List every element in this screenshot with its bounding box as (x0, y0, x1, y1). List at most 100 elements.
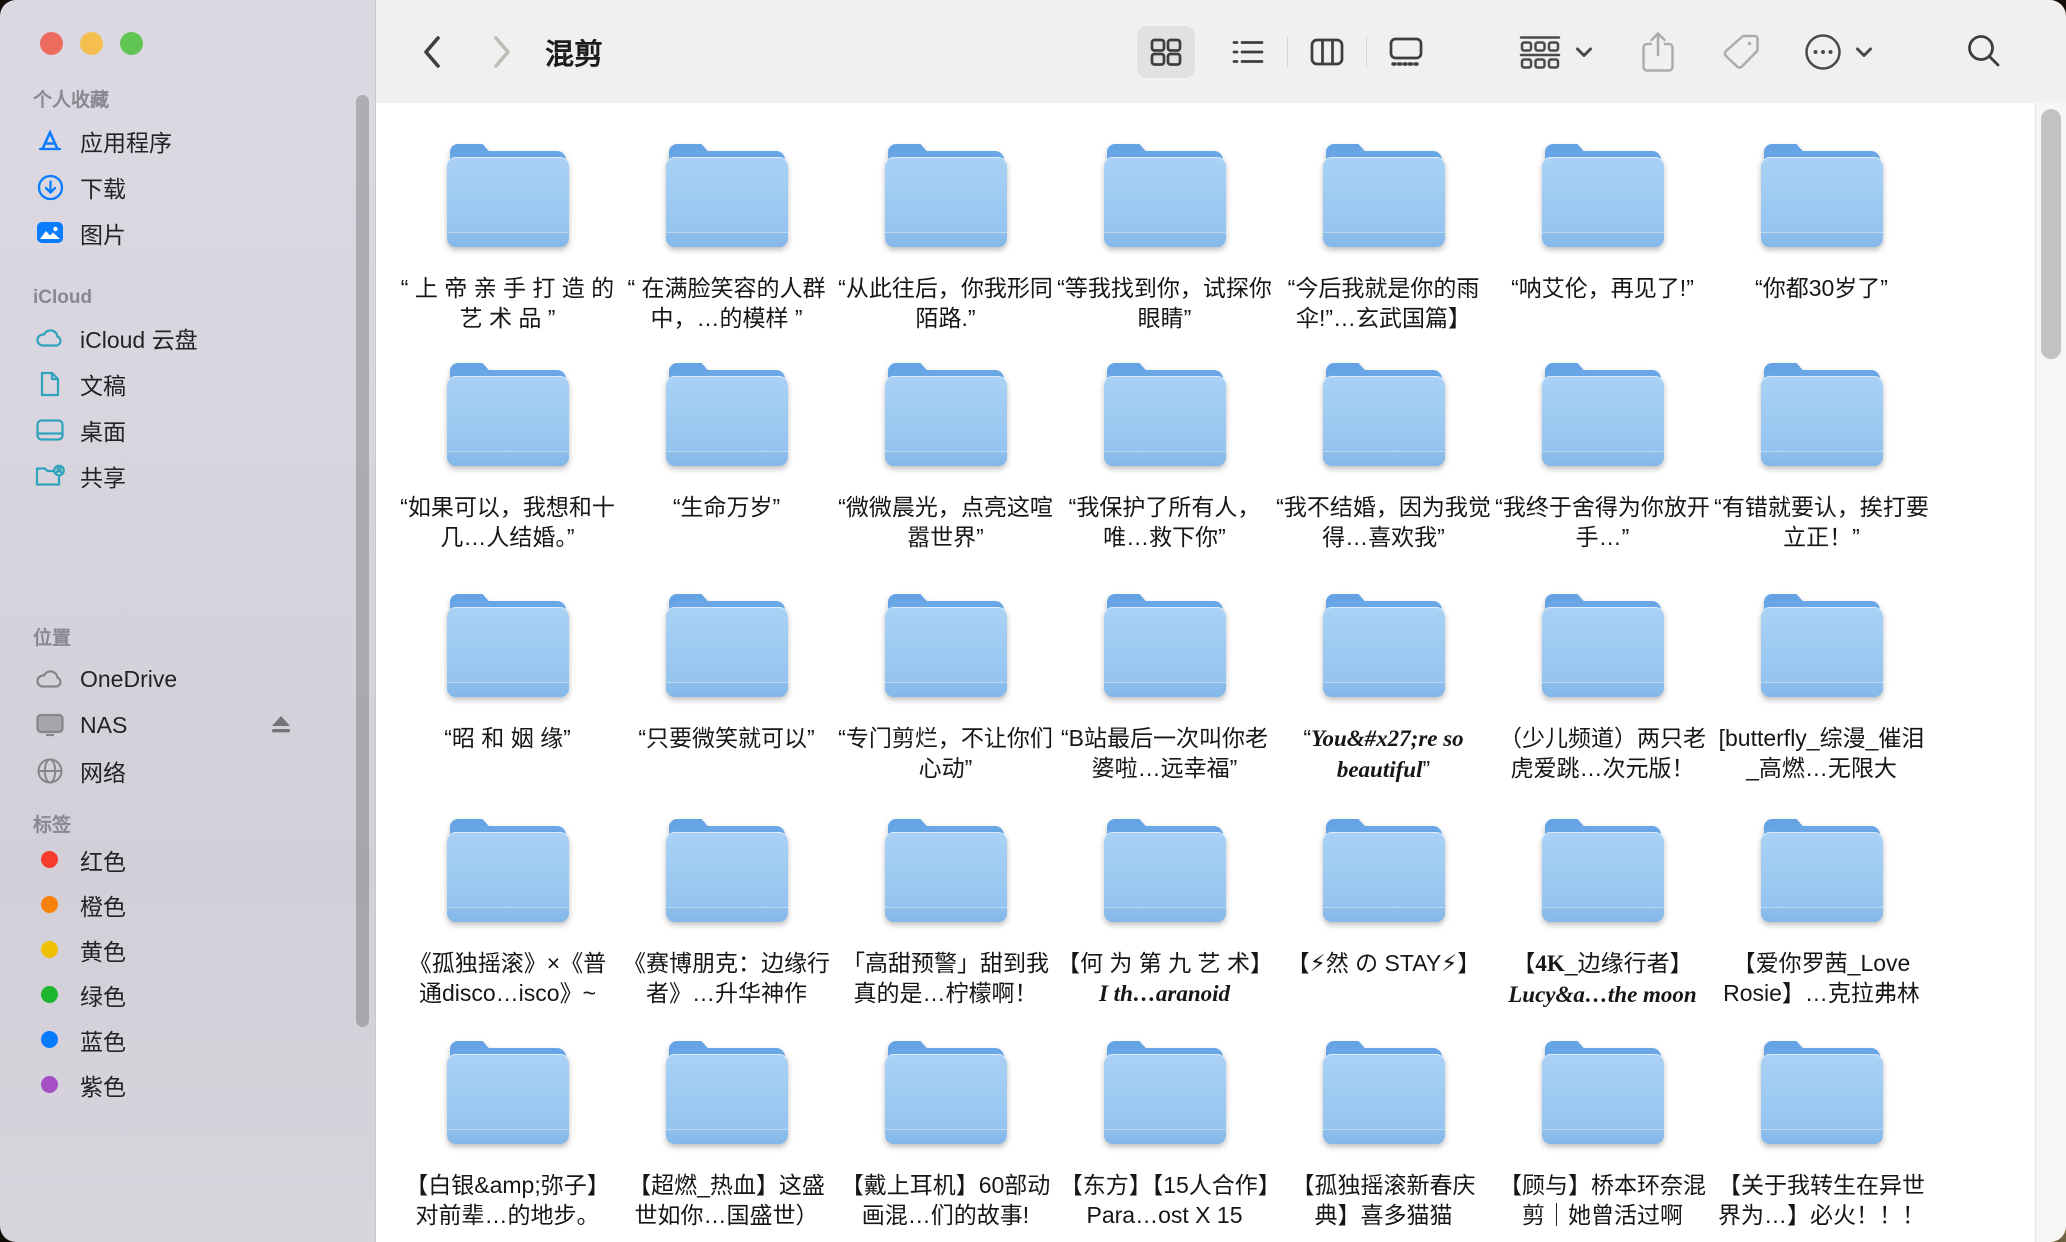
folder-item[interactable]: 【顾与】桥本环奈混剪｜她曾活过啊 (1493, 1040, 1712, 1242)
more-icon (1803, 32, 1843, 72)
folder-item[interactable]: 【4K_边缘行者】Lucy&a…the moon (1493, 818, 1712, 1040)
tag-label: 红色 (80, 843, 126, 877)
folder-item[interactable]: “如果可以，我想和十几…人结婚。” (398, 362, 617, 593)
eject-icon[interactable] (269, 714, 293, 741)
folder-item[interactable]: 【戴上耳机】60部动画混…们的故事! (836, 1040, 1055, 1242)
sidebar-item-icloud-drive[interactable]: iCloud 云盘 (33, 315, 335, 361)
folder-icon (1104, 143, 1226, 247)
group-icon (1519, 35, 1561, 69)
folder-name: “只要微笑就可以” (638, 723, 814, 753)
sidebar-tag-item[interactable]: 黄色 (33, 927, 335, 972)
sidebar-item-applications[interactable]: 应用程序 (33, 118, 335, 164)
folder-item[interactable]: “只要微笑就可以” (617, 593, 836, 818)
sidebar-item-onedrive[interactable]: OneDrive (33, 656, 335, 702)
appstore-icon (33, 126, 67, 156)
column-view-button[interactable] (1298, 26, 1356, 78)
folder-item[interactable]: “微微晨光，点亮这喧嚣世界” (836, 362, 1055, 593)
scrollbar-thumb[interactable] (2041, 109, 2061, 359)
list-view-icon (1232, 38, 1264, 66)
sidebar-scrollbar[interactable] (356, 95, 369, 1027)
folder-name: “ 在满脸笑容的人群中，…的模样 ” (619, 273, 834, 333)
folder-item[interactable]: “昭 和 姻 缘” (398, 593, 617, 818)
folder-item[interactable]: “生命万岁” (617, 362, 836, 593)
folder-item[interactable]: 【爱你罗茜_Love Rosie】…克拉弗林 (1712, 818, 1931, 1040)
folder-name: 【何 为 第 九 艺 术】I th…aranoid (1057, 948, 1272, 1009)
folder-item[interactable]: （少儿频道）两只老虎爱跳…次元版！ (1493, 593, 1712, 818)
sidebar-tag-item[interactable]: 紫色 (33, 1062, 335, 1107)
folder-item[interactable]: “You&#x27;re so beautiful” (1274, 593, 1493, 818)
folder-item[interactable]: “我终于舍得为你放开手…” (1493, 362, 1712, 593)
sidebar-item-pictures[interactable]: 图片 (33, 210, 335, 256)
folder-item[interactable]: [butterfly_综漫_催泪_高燃…无限大 (1712, 593, 1931, 818)
sidebar-item-downloads[interactable]: 下载 (33, 164, 335, 210)
chevron-down-icon (1855, 46, 1873, 58)
folder-icon (1761, 143, 1883, 247)
folder-item[interactable]: 【⚡然 の STAY⚡】 (1274, 818, 1493, 1040)
desktop-icon (33, 415, 67, 445)
folder-item[interactable]: 【关于我转生在异世界为…】必火！！！ (1712, 1040, 1931, 1242)
more-button[interactable] (1803, 32, 1873, 72)
sidebar-section-icloud-header: iCloud (33, 287, 375, 309)
back-button[interactable] (420, 0, 444, 103)
folder-item[interactable]: 《赛博朋克：边缘行者》…升华神作 (617, 818, 836, 1040)
folder-name: （少儿频道）两只老虎爱跳…次元版！ (1495, 723, 1710, 783)
folder-name: 【戴上耳机】60部动画混…们的故事! (838, 1170, 1053, 1230)
folder-name: “等我找到你，试探你眼睛” (1057, 273, 1272, 333)
folder-item[interactable]: 【超燃_热血】这盛世如你…国盛世） (617, 1040, 836, 1242)
folder-item[interactable]: 《孤独摇滚》×《普通disco…isco》~ (398, 818, 617, 1040)
folder-item[interactable]: “从此往后，你我形同陌路.” (836, 143, 1055, 362)
forward-button[interactable] (490, 0, 514, 103)
grid-view-button[interactable] (1137, 26, 1195, 78)
folder-icon (447, 593, 569, 697)
tag-icon (1721, 32, 1761, 72)
gallery-view-button[interactable] (1377, 26, 1435, 78)
sidebar-item-network[interactable]: 网络 (33, 748, 335, 794)
folder-item[interactable]: “我不结婚，因为我觉得…喜欢我” (1274, 362, 1493, 593)
folder-item[interactable]: “等我找到你，试探你眼睛” (1055, 143, 1274, 362)
sidebar-tag-item[interactable]: 蓝色 (33, 1017, 335, 1062)
folder-item[interactable]: 【何 为 第 九 艺 术】I th…aranoid (1055, 818, 1274, 1040)
documents-icon (33, 369, 67, 399)
folder-icon (885, 818, 1007, 922)
folder-item[interactable]: “有错就要认，挨打要立正！” (1712, 362, 1931, 593)
folder-item[interactable]: “我保护了所有人，唯…救下你” (1055, 362, 1274, 593)
folder-icon (1323, 143, 1445, 247)
sidebar-section-favorites-header: 个人收藏 (33, 90, 375, 112)
share-button[interactable] (1641, 31, 1675, 73)
folder-item[interactable]: 【白银&amp;弥子】对前辈…的地步。 (398, 1040, 617, 1242)
list-view-button[interactable] (1219, 26, 1277, 78)
folder-item[interactable]: 「高甜预警」甜到我真的是…柠檬啊！ (836, 818, 1055, 1040)
tag-button[interactable] (1721, 32, 1761, 72)
folder-icon (1323, 818, 1445, 922)
folder-icon (885, 593, 1007, 697)
folder-item[interactable]: “今后我就是你的雨伞!”…玄武国篇】 (1274, 143, 1493, 362)
folder-name: “呐艾伦，再见了!” (1511, 273, 1694, 303)
folder-content-area[interactable]: “ 上 帝 亲 手 打 造 的 艺 术 品 ” “ 在满脸笑容的人群中，…的模样… (376, 103, 2066, 1242)
folder-item[interactable]: 【孤独摇滚新春庆典】喜多猫猫 (1274, 1040, 1493, 1242)
tag-label: 黄色 (80, 933, 126, 967)
sidebar-scroll-area: 个人收藏 应用程序 下载 (0, 0, 375, 1242)
folder-item[interactable]: “你都30岁了” (1712, 143, 1931, 362)
sidebar-tag-item[interactable]: 橙色 (33, 882, 335, 927)
folder-item[interactable]: “呐艾伦，再见了!” (1493, 143, 1712, 362)
scrollbar-track[interactable] (2035, 103, 2066, 1242)
sidebar-item-desktop[interactable]: 桌面 (33, 407, 335, 453)
sidebar-item-shared[interactable]: 共享 (33, 453, 335, 499)
group-button[interactable] (1519, 35, 1593, 69)
folder-icon (666, 362, 788, 466)
folder-item[interactable]: “ 上 帝 亲 手 打 造 的 艺 术 品 ” (398, 143, 617, 362)
search-button[interactable] (1965, 33, 2003, 71)
folder-item[interactable]: 【东方】【15人合作】Para…ost X 15 (1055, 1040, 1274, 1242)
folder-name: 【顾与】桥本环奈混剪｜她曾活过啊 (1495, 1170, 1710, 1230)
folder-item[interactable]: “B站最后一次叫你老婆啦…远幸福” (1055, 593, 1274, 818)
folder-name: “专门剪烂，不让你们心动” (838, 723, 1053, 783)
folder-item[interactable]: “专门剪烂，不让你们心动” (836, 593, 1055, 818)
grid-view-icon (1150, 37, 1182, 67)
folder-name: 【超燃_热血】这盛世如你…国盛世） (619, 1170, 834, 1230)
folder-item[interactable]: “ 在满脸笑容的人群中，…的模样 ” (617, 143, 836, 362)
sidebar-tag-item[interactable]: 绿色 (33, 972, 335, 1017)
sidebar-item-nas[interactable]: NAS (33, 702, 335, 748)
folder-name: 【孤独摇滚新春庆典】喜多猫猫 (1276, 1170, 1491, 1230)
sidebar-item-documents[interactable]: 文稿 (33, 361, 335, 407)
sidebar-tag-item[interactable]: 红色 (33, 837, 335, 882)
